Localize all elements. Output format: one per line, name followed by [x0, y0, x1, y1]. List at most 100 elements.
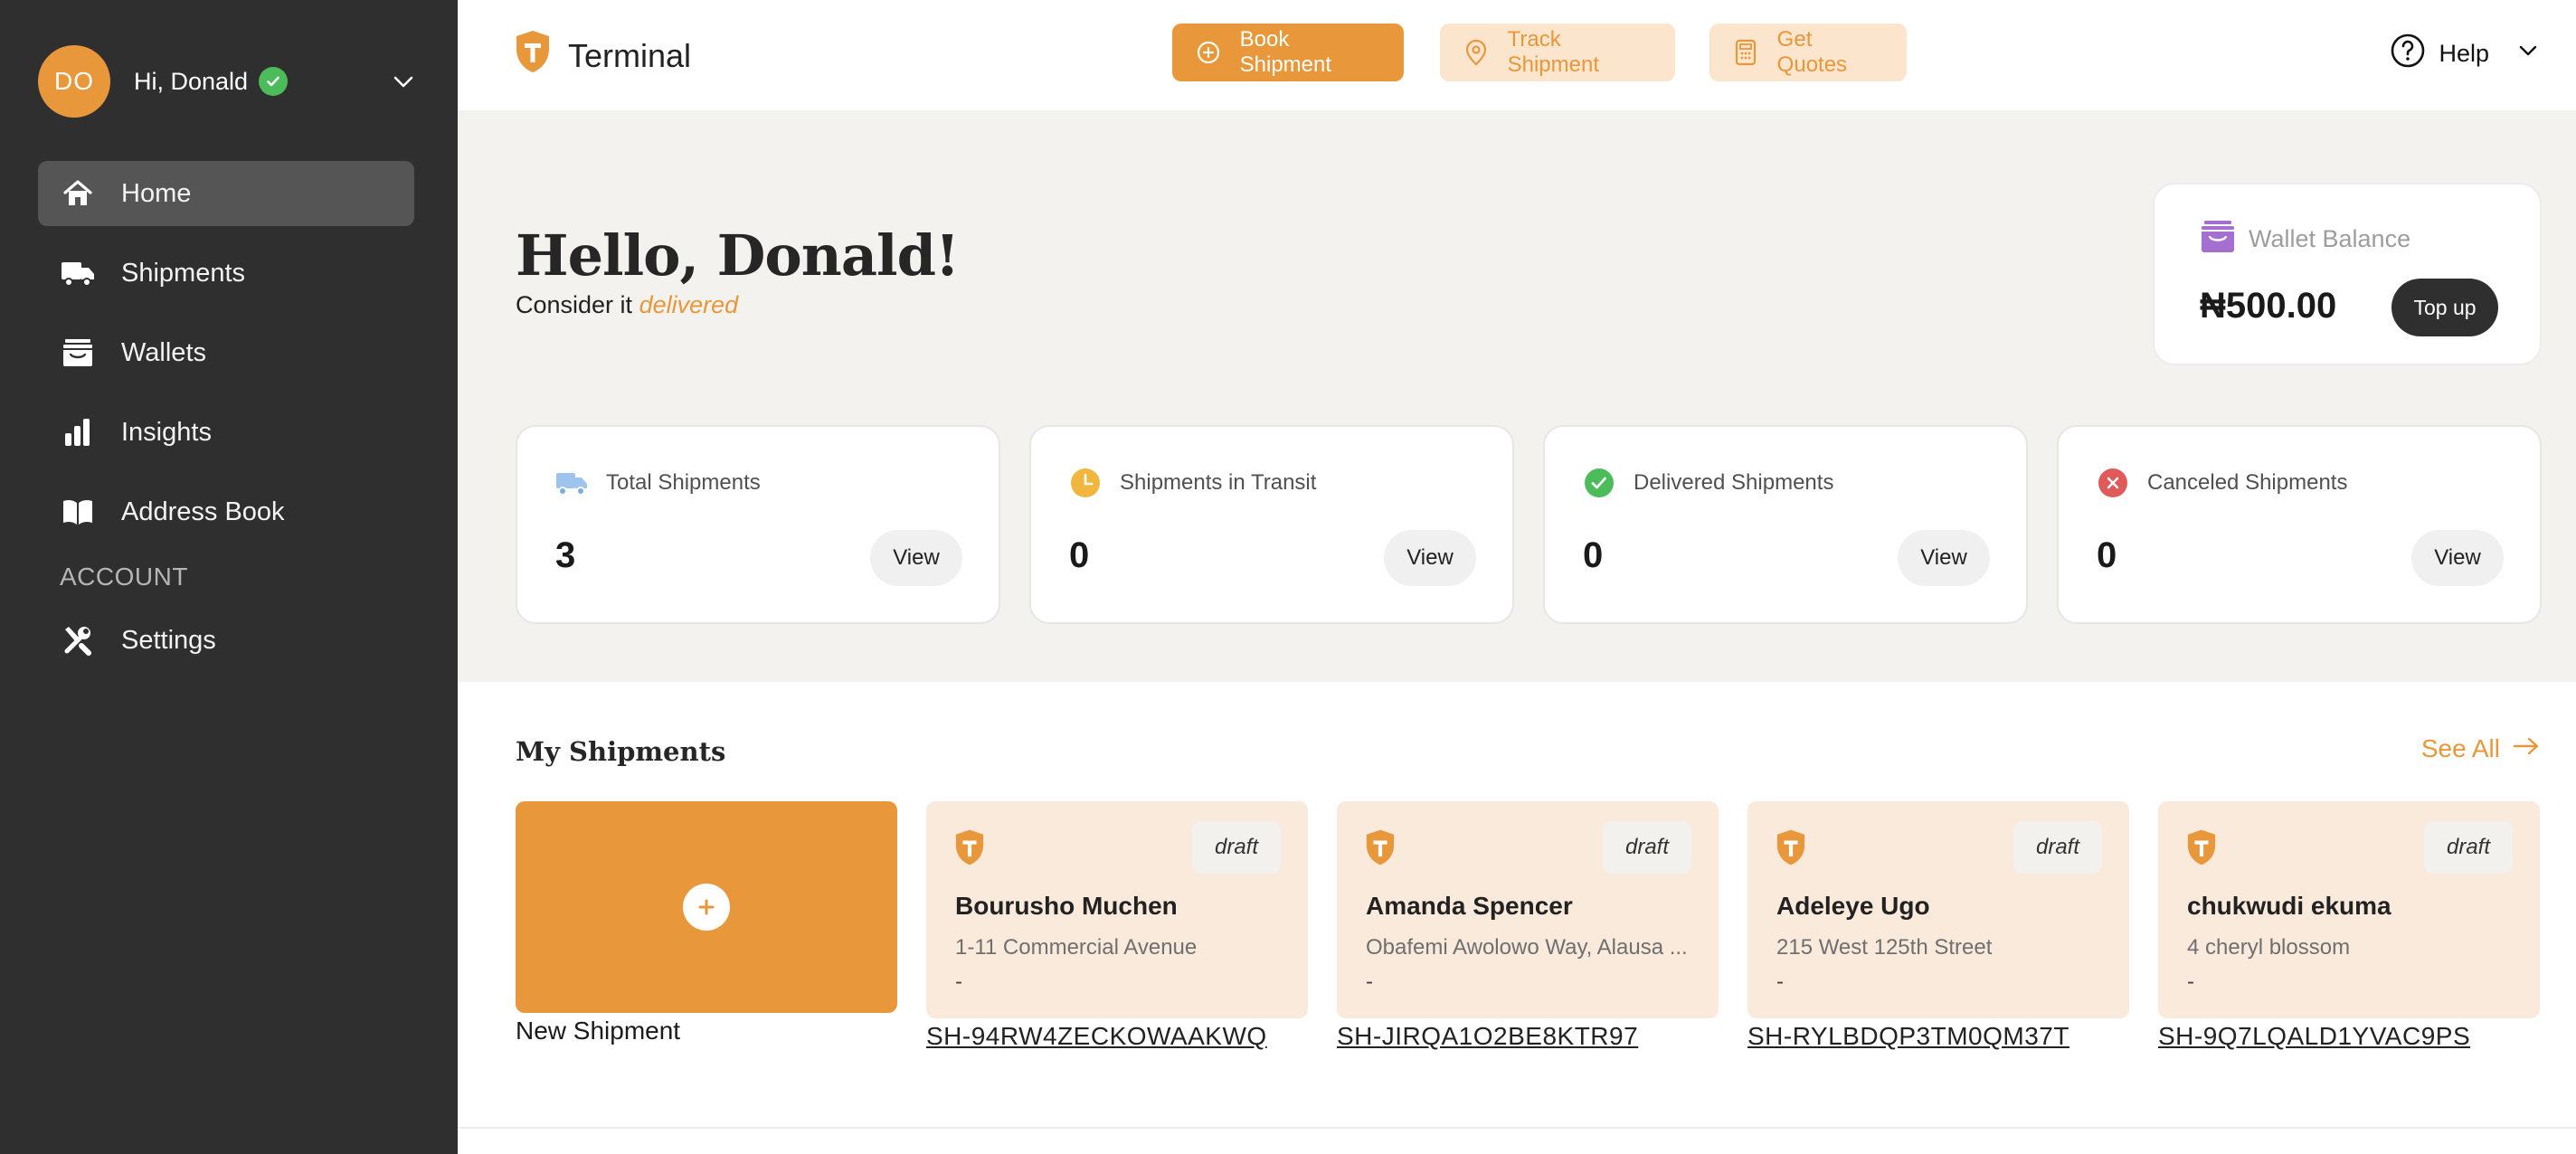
stat-label: Shipments in Transit [1120, 470, 1317, 495]
sidebar-item-label: Home [121, 178, 192, 208]
stat-value: 0 [1069, 535, 1090, 575]
plus-icon [683, 884, 730, 931]
terminal-shield-icon [2185, 828, 2218, 871]
wallet-balance-card: Wallet Balance ₦500.00 Top up [2153, 183, 2542, 365]
sidebar-item-insights[interactable]: Insights [38, 400, 414, 465]
new-shipment-card[interactable] [516, 801, 897, 1013]
sidebar-nav: Home Shipments Wallets Insights Address … [38, 161, 414, 687]
dashboard-overview: Hello, Donald! Consider it delivered Wal… [458, 110, 2576, 682]
status-badge: draft [1192, 821, 1281, 874]
tagline: Consider it delivered [516, 291, 739, 318]
get-quotes-button[interactable]: Get Quotes [1709, 24, 1907, 81]
view-button[interactable]: View [1898, 530, 1990, 586]
sidebar-item-label: Wallets [121, 337, 206, 367]
sidebar-item-shipments[interactable]: Shipments [38, 241, 414, 306]
clock-icon [1069, 467, 1102, 499]
chevron-down-icon[interactable] [389, 67, 418, 96]
recipient-name: chukwudi ekuma [2187, 892, 2391, 920]
brand-logo[interactable]: Terminal [514, 29, 691, 82]
stat-value: 3 [555, 535, 576, 575]
status-badge: draft [1603, 821, 1691, 874]
book-icon [60, 494, 96, 530]
sidebar-item-home[interactable]: Home [38, 161, 414, 226]
shipment-id-link[interactable]: SH-94RW4ZECKOWAAKWQ [926, 1022, 1267, 1051]
truck-icon [60, 255, 96, 291]
shipment-card[interactable]: draft Amanda Spencer Obafemi Awolowo Way… [1337, 801, 1719, 1018]
view-button[interactable]: View [1384, 530, 1476, 586]
tools-icon [60, 622, 96, 658]
shipment-id-link[interactable]: SH-9Q7LQALD1YVAC9PS [2158, 1022, 2470, 1051]
status-badge: draft [2013, 821, 2102, 874]
sidebar-item-address-book[interactable]: Address Book [38, 479, 414, 544]
stat-value: 0 [2097, 535, 2117, 575]
wallet-balance-label: Wallet Balance [2249, 225, 2411, 252]
book-shipment-button[interactable]: Book Shipment [1172, 24, 1404, 81]
calculator-icon [1733, 39, 1759, 66]
section-title: My Shipments [516, 736, 726, 767]
new-shipment-label: New Shipment [516, 1017, 681, 1045]
tagline-emphasis: delivered [639, 291, 739, 318]
wallet-icon [2200, 219, 2236, 260]
terminal-shield-icon [514, 29, 552, 82]
stat-card-delivered: Delivered Shipments 0 View [1543, 425, 2028, 624]
sidebar-item-wallets[interactable]: Wallets [38, 320, 414, 385]
shipment-detail: - [1366, 970, 1373, 994]
recipient-name: Adeleye Ugo [1776, 892, 1930, 920]
status-badge: draft [2424, 821, 2513, 874]
x-circle-icon [2097, 467, 2129, 499]
verified-check-icon [259, 67, 289, 96]
track-shipment-button[interactable]: Track Shipment [1440, 24, 1675, 81]
stat-card-in-transit: Shipments in Transit 0 View [1029, 425, 1514, 624]
plus-circle-icon [1196, 39, 1222, 66]
top-up-button[interactable]: Top up [2391, 279, 2498, 336]
shipment-id-link[interactable]: SH-JIRQA1O2BE8KTR97 [1337, 1022, 1638, 1051]
sidebar-item-label: Settings [121, 625, 216, 655]
recipient-name: Bourusho Muchen [955, 892, 1178, 920]
user-greeting: Hi, Donald [134, 67, 249, 95]
chevron-down-icon [2516, 39, 2540, 69]
divider [458, 1127, 2576, 1129]
location-pin-icon [1463, 39, 1490, 66]
stat-label: Canceled Shipments [2147, 470, 2348, 495]
check-circle-icon [1583, 467, 1615, 499]
sidebar-item-label: Address Book [121, 497, 285, 526]
stat-label: Total Shipments [606, 470, 761, 495]
shipment-card[interactable]: draft chukwudi ekuma 4 cheryl blossom - [2158, 801, 2540, 1018]
recipient-address: Obafemi Awolowo Way, Alausa ... [1366, 935, 1688, 960]
wallet-balance-amount: ₦500.00 [2200, 286, 2337, 326]
stat-value: 0 [1583, 535, 1604, 575]
sidebar-item-settings[interactable]: Settings [38, 608, 414, 673]
user-menu[interactable]: DO Hi, Donald [38, 43, 418, 119]
shipment-card[interactable]: draft Adeleye Ugo 215 West 125th Street … [1747, 801, 2129, 1018]
recipient-address: 215 West 125th Street [1776, 935, 1993, 960]
recipient-address: 1-11 Commercial Avenue [955, 935, 1198, 960]
sidebar-item-label: Shipments [121, 258, 246, 288]
arrow-right-icon [2513, 734, 2540, 763]
stat-card-total: Total Shipments 3 View [516, 425, 1000, 624]
stat-card-canceled: Canceled Shipments 0 View [2057, 425, 2542, 624]
wallet-icon [60, 335, 96, 371]
terminal-shield-icon [953, 828, 986, 871]
recipient-name: Amanda Spencer [1366, 892, 1573, 920]
my-shipments-section: My Shipments See All New Shipment draft … [458, 682, 2576, 1127]
view-button[interactable]: View [2411, 530, 2504, 586]
truck-icon [555, 467, 588, 499]
page-title: Hello, Donald! [516, 222, 960, 288]
avatar: DO [38, 45, 110, 118]
bar-chart-icon [60, 414, 96, 450]
question-circle-icon [2390, 33, 2426, 75]
recipient-address: 4 cheryl blossom [2187, 935, 2351, 960]
sidebar-item-label: Insights [121, 417, 212, 447]
terminal-shield-icon [1775, 828, 1807, 871]
brand-name: Terminal [568, 36, 692, 74]
shipment-id-link[interactable]: SH-RYLBDQP3TM0QM37T [1747, 1022, 2069, 1051]
top-bar: Terminal Book Shipment Track Shipment Ge… [458, 0, 2576, 110]
terminal-shield-icon [1364, 828, 1397, 871]
help-menu[interactable]: Help [2390, 33, 2540, 75]
see-all-link[interactable]: See All [2421, 734, 2540, 763]
shipment-detail: - [2187, 970, 2194, 994]
view-button[interactable]: View [870, 530, 962, 586]
shipment-detail: - [1776, 970, 1784, 994]
stat-label: Delivered Shipments [1634, 470, 1834, 495]
shipment-card[interactable]: draft Bourusho Muchen 1-11 Commercial Av… [926, 801, 1308, 1018]
